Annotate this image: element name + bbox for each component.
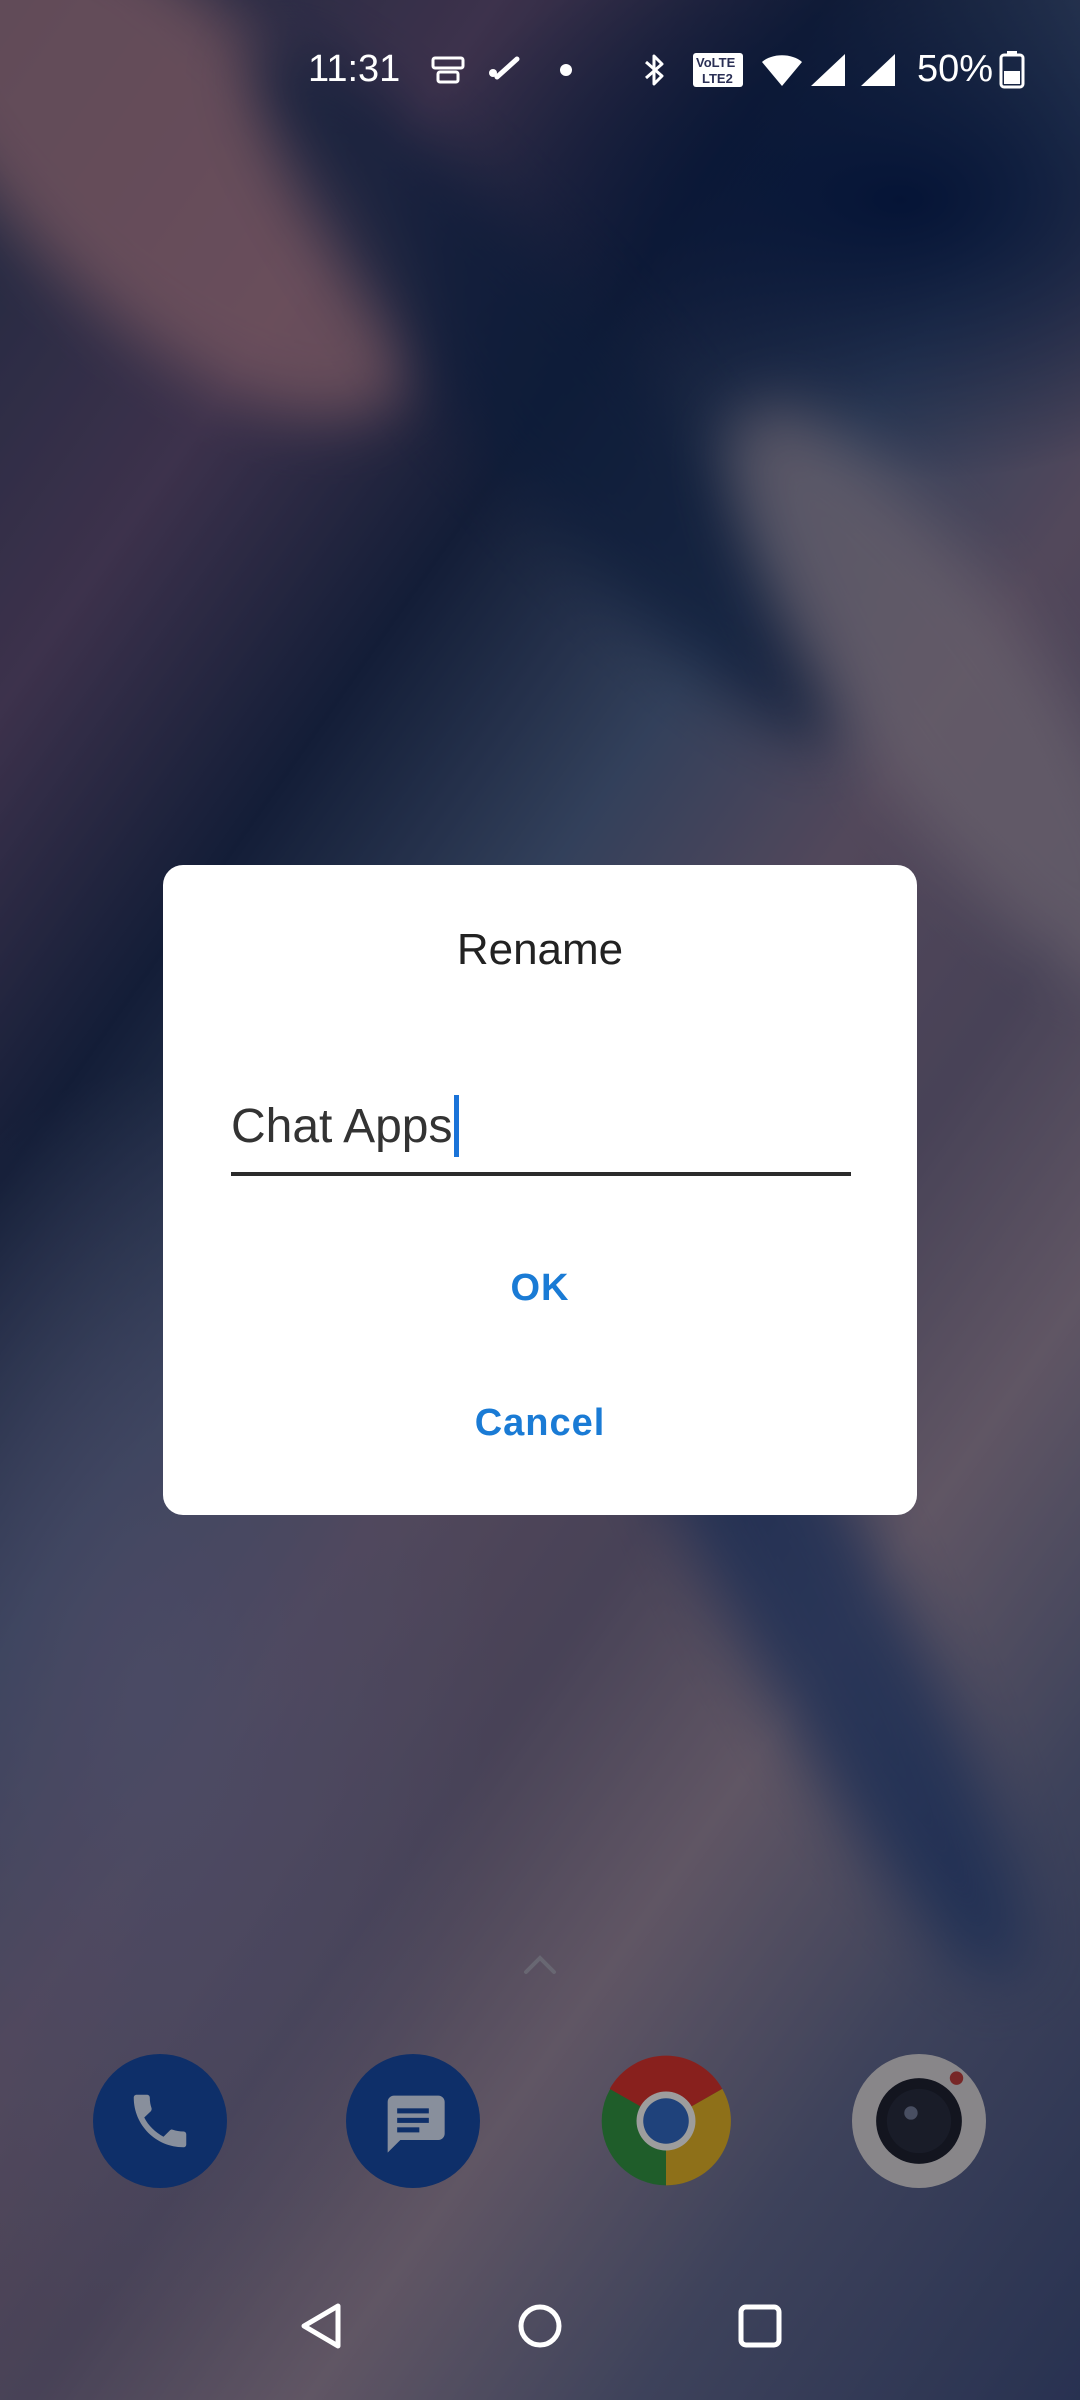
home-icon[interactable] [516, 2300, 564, 2352]
bluetooth-icon [640, 52, 670, 88]
signal-icon [808, 52, 848, 88]
rename-input-value: Chat Apps [231, 1099, 453, 1153]
status-bar: 11:31 VoLTE LTE2 50% [0, 0, 1080, 140]
network-monitor-icon [430, 52, 466, 88]
volte-icon: VoLTE LTE2 [692, 52, 744, 88]
notification-dot-icon [558, 52, 574, 88]
battery-icon [998, 51, 1026, 89]
rename-dialog: Rename Chat Apps OK Cancel [163, 865, 917, 1515]
cancel-button[interactable]: Cancel [163, 1402, 917, 1445]
dialog-title: Rename [456, 925, 624, 974]
rename-input[interactable]: Chat Apps [231, 1080, 851, 1176]
text-cursor [454, 1095, 460, 1157]
svg-text:VoLTE: VoLTE [696, 55, 736, 70]
ok-button[interactable]: OK [163, 1267, 917, 1310]
status-time: 11:31 [308, 48, 401, 90]
back-icon[interactable] [298, 2300, 346, 2352]
wifi-icon [760, 52, 804, 88]
home-screen: 11:31 VoLTE LTE2 50% Rename Chat Apps OK… [0, 0, 1080, 2400]
recents-icon[interactable] [736, 2300, 784, 2352]
missed-call-icon [486, 52, 522, 88]
svg-text:LTE2: LTE2 [702, 71, 733, 86]
battery-percent: 50% [917, 48, 994, 90]
signal-icon [858, 52, 898, 88]
